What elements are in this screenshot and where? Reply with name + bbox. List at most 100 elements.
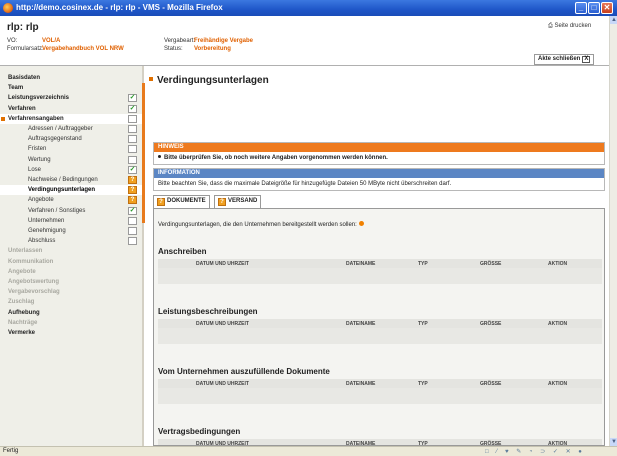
column-header[interactable]: DATUM UND UHRZEIT (196, 261, 249, 267)
active-section-bar (142, 83, 145, 223)
sidebar-item-label: Verfahren / Sonstiges (28, 207, 86, 214)
sidebar-item-label: Nachträge (8, 319, 38, 326)
information-title: INFORMATION (154, 169, 604, 178)
section-title: Vom Unternehmen auszufüllende Dokumente (158, 367, 330, 376)
sidebar-item: Vergabevorschlag (0, 287, 144, 297)
warning-icon: ? (128, 176, 137, 184)
empty-checkbox-icon (128, 216, 137, 225)
sidebar-item: Unterlassen (0, 246, 144, 256)
sidebar-item[interactable]: Wertung (0, 155, 144, 165)
column-header[interactable]: TYP (418, 321, 428, 327)
meta-status-value: Vorbereitung (194, 46, 231, 52)
sidebar-item[interactable]: Leistungsverzeichnis ✓ (0, 93, 144, 103)
browser-viewport: rlp: rlp ⎙ Seite drucken VO: VOL/A Formu… (0, 16, 609, 446)
page-header-title: rlp: rlp (7, 22, 39, 33)
vertical-scrollbar[interactable]: ▲ ▼ (609, 16, 617, 446)
scroll-down-icon[interactable]: ▼ (610, 438, 617, 446)
empty-checkbox-icon (128, 227, 137, 235)
empty-checkbox-icon (128, 237, 137, 246)
sidebar-item[interactable]: Verdingungsunterlagen? (0, 185, 144, 196)
tab-dokumente[interactable]: ? DOKUMENTE (153, 195, 210, 208)
sidebar-item[interactable]: Verfahren ✓ (0, 104, 144, 114)
sidebar-item[interactable]: Verfahren / Sonstiges ✓ (0, 206, 144, 216)
close-window-button[interactable]: ✕ (601, 2, 613, 14)
sidebar-item-label: Angebotswertung (8, 279, 59, 285)
column-header[interactable]: TYP (418, 381, 428, 387)
column-header[interactable]: GRÖSSE (480, 381, 501, 387)
status-tray-icons: □ ⁄ ♥ ✎ ◔ ⊃ ✓ ✕ ● (485, 449, 585, 455)
sidebar-item-label: Angebote (28, 197, 54, 204)
sidebar-item[interactable]: Verfahrensangaben (0, 113, 144, 124)
column-header[interactable]: AKTION (548, 321, 567, 327)
meta-vo: VO: (7, 38, 18, 44)
meta-vo-value: VOL/A (42, 38, 61, 44)
checkmark-icon: ✓ (128, 94, 137, 103)
sidebar-item[interactable]: Nachweise / Bedingungen? (0, 175, 144, 185)
sidebar-item: Zuschlag (0, 297, 144, 307)
sidebar-item[interactable]: Lose ✓ (0, 165, 144, 175)
print-page-link[interactable]: ⎙ Seite drucken (548, 23, 591, 30)
information-box: INFORMATION Bitte beachten Sie, dass die… (153, 168, 605, 191)
sidebar-item-label: Aufhebung (8, 309, 40, 316)
column-header[interactable]: TYP (418, 261, 428, 267)
sidebar-item[interactable]: Team (0, 83, 144, 93)
sidebar-item[interactable]: Genehmigung (0, 226, 144, 236)
sidebar-item-label: Wertung (28, 156, 51, 163)
sidebar-item-label: Vergabevorschlag (8, 289, 60, 296)
meta-vergabeart: Vergabeart: (164, 38, 196, 44)
sidebar-item-label: Fristen (28, 146, 47, 153)
info-sun-icon[interactable] (358, 221, 364, 226)
close-icon: X (582, 56, 591, 63)
close-akte-button[interactable]: Akte schließen X (534, 54, 595, 65)
printer-icon: ⎙ (548, 23, 553, 29)
sidebar-item: Angebote (0, 267, 144, 277)
scroll-up-icon[interactable]: ▲ (610, 16, 617, 24)
information-text: Bitte beachten Sie, dass die maximale Da… (154, 178, 604, 190)
column-header[interactable]: DATEINAME (346, 321, 375, 327)
sidebar-item-label: Basisdaten (8, 75, 41, 81)
empty-checkbox-icon (128, 125, 137, 133)
section-title: Vertragsbedingungen (158, 427, 241, 436)
sidebar-item[interactable]: Fristen (0, 144, 144, 154)
column-header[interactable]: AKTION (548, 261, 567, 267)
column-header[interactable]: DATEINAME (346, 261, 375, 267)
sidebar-item-label: Angebote (8, 268, 36, 275)
sidebar-item-label: Auftragsgegenstand (28, 136, 82, 143)
status-bar: Fertig □ ⁄ ♥ ✎ ◔ ⊃ ✓ ✕ ● (0, 446, 617, 456)
sidebar-item[interactable]: Aufhebung (0, 308, 144, 318)
maximize-button[interactable]: □ (588, 2, 600, 14)
status-text: Fertig (3, 448, 19, 454)
table-header: DATUM UND UHRZEIT DATEINAME TYP GRÖSSE AKTIO… (158, 439, 602, 445)
sidebar-item[interactable]: Adressen / Auftraggeber (0, 124, 144, 134)
sidebar-item: Kommunikation (0, 257, 144, 267)
minimize-button[interactable]: _ (575, 2, 587, 14)
column-header[interactable]: DATUM UND UHRZEIT (196, 321, 249, 327)
meta-formularsatz-value: Vergabehandbuch VOL NRW (42, 46, 124, 52)
tab-versand[interactable]: ? VERSAND (214, 195, 262, 208)
sidebar-item: Angebotswertung (0, 277, 144, 287)
sidebar-item[interactable]: Angebote? (0, 195, 144, 205)
window-titlebar: http://demo.cosinex.de - rlp: rlp - VMS … (0, 0, 617, 16)
column-header[interactable]: DATEINAME (346, 381, 375, 387)
column-header[interactable]: GRÖSSE (480, 321, 501, 327)
sidebar-item-label: Abschluss (28, 238, 56, 245)
sidebar-item-label: Verfahrensangaben (8, 115, 64, 122)
warning-icon: ? (128, 186, 137, 195)
sidebar-item[interactable]: Vermerke (0, 328, 144, 338)
column-header[interactable]: AKTION (548, 381, 567, 387)
empty-checkbox-icon (128, 155, 137, 164)
empty-checkbox-icon (128, 135, 137, 144)
bullet-icon (158, 155, 161, 158)
window-title: http://demo.cosinex.de - rlp: rlp - VMS … (16, 3, 223, 12)
column-header[interactable]: DATUM UND UHRZEIT (196, 381, 249, 387)
sidebar-item[interactable]: Unternehmen (0, 216, 144, 226)
section-title: Anschreiben (158, 247, 207, 256)
table-header: DATUM UND UHRZEIT DATEINAME TYP GRÖSSE AKTIO… (158, 259, 602, 268)
sidebar-item-label: Vermerke (8, 330, 36, 336)
sidebar-item-label: Zuschlag (8, 299, 35, 306)
column-header[interactable]: GRÖSSE (480, 261, 501, 267)
sidebar-item[interactable]: Abschluss (0, 236, 144, 246)
sidebar-item[interactable]: Auftragsgegenstand (0, 134, 144, 144)
title-bullet-icon (149, 77, 153, 81)
sidebar-item[interactable]: Basisdaten (0, 73, 144, 83)
